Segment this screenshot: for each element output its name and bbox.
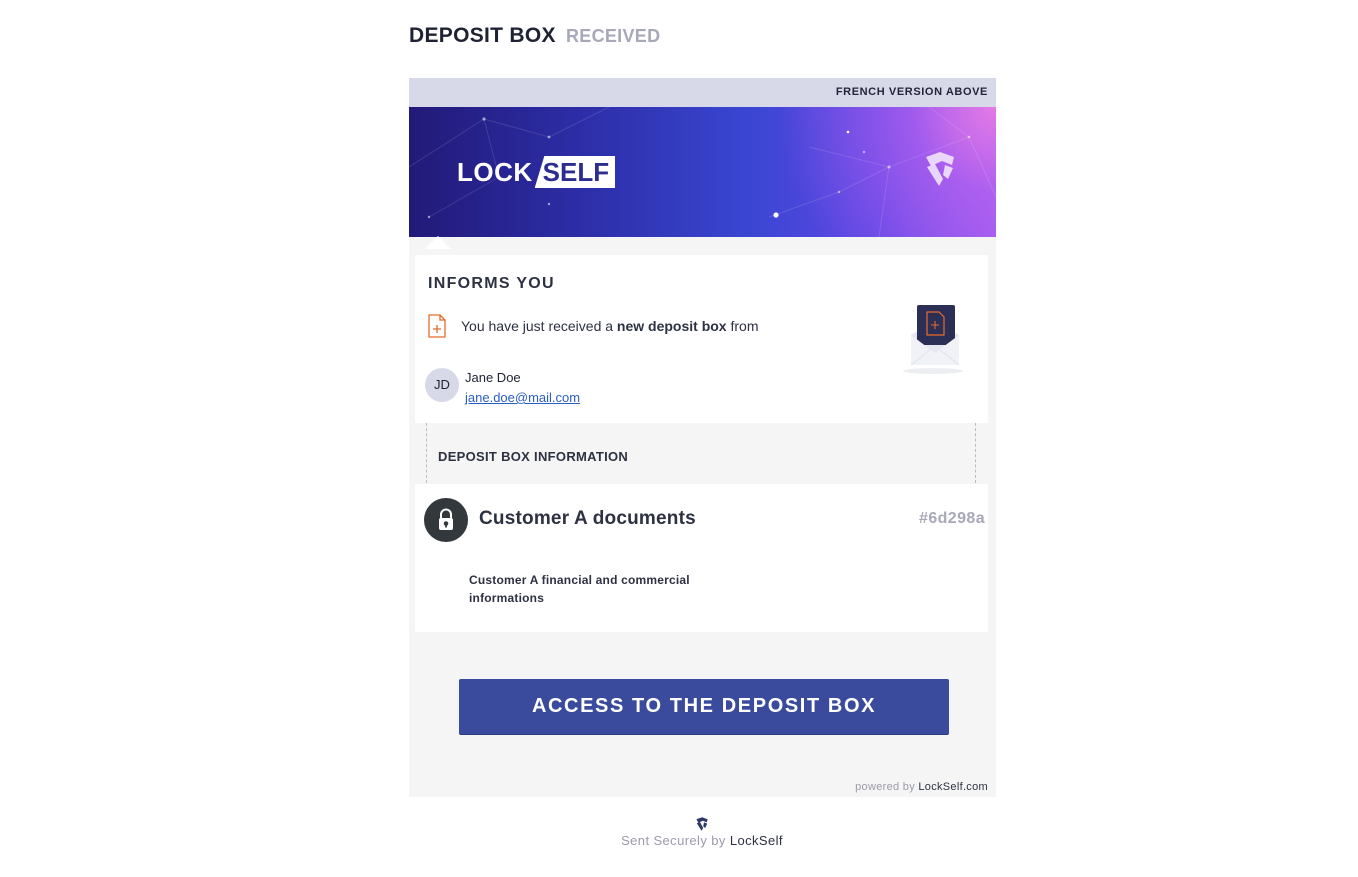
footer-sent-securely: Sent Securely by LockSelf xyxy=(0,833,1358,848)
powered-prefix: powered by xyxy=(855,781,915,793)
document-plus-icon xyxy=(428,314,446,338)
section-label: DEPOSIT BOX INFORMATION xyxy=(438,449,629,464)
lock-badge xyxy=(424,498,468,542)
received-suffix: from xyxy=(730,318,759,334)
dashed-connector-left xyxy=(426,423,427,483)
email-body: FRENCH VERSION ABOVE LOCK SELF INFORMS Y… xyxy=(409,78,996,797)
envelope-illustration xyxy=(903,305,963,374)
powered-by: powered by LockSelf.com xyxy=(855,781,988,793)
footer-brand: LockSelf xyxy=(729,833,783,848)
logo-text-lock: LOCK xyxy=(457,156,533,187)
deposit-box-title: Customer A documents xyxy=(479,508,696,529)
received-bold: new deposit box xyxy=(616,318,727,334)
sender-name: Jane Doe xyxy=(465,370,521,385)
avatar: JD xyxy=(425,368,459,402)
received-message: You have just received a new deposit box… xyxy=(461,318,759,334)
page-title-main: DEPOSIT BOX xyxy=(409,24,556,47)
lockself-shield-icon xyxy=(696,817,708,831)
french-version-link[interactable]: FRENCH VERSION ABOVE xyxy=(836,78,988,107)
dashed-connector-right xyxy=(975,423,976,483)
deposit-box-description: Customer A financial and commercial info… xyxy=(469,573,690,605)
sender-email-link[interactable]: jane.doe@mail.com xyxy=(465,390,580,405)
deposit-box-card: Customer A documents #6d298a Customer A … xyxy=(415,484,988,632)
page-title: DEPOSIT BOX RECEIVED xyxy=(409,24,660,48)
lockself-shield-icon xyxy=(926,152,954,186)
language-bar: FRENCH VERSION ABOVE xyxy=(409,78,996,107)
powered-brand-link[interactable]: LockSelf.com xyxy=(918,781,988,793)
received-prefix: You have just received a xyxy=(461,318,614,334)
lock-icon xyxy=(439,508,453,530)
card-notch xyxy=(425,236,451,249)
lockself-logo: LOCK SELF xyxy=(457,156,616,188)
informs-title: INFORMS YOU xyxy=(428,275,555,292)
informs-card: INFORMS YOU You have just received a new… xyxy=(415,255,988,423)
deposit-box-id: #6d298a xyxy=(919,510,985,527)
page-title-status: RECEIVED xyxy=(565,26,661,46)
logo-text-self: SELF xyxy=(534,156,616,188)
footer-prefix: Sent Securely by xyxy=(621,833,726,848)
access-deposit-box-button[interactable]: ACCESS TO THE DEPOSIT BOX xyxy=(459,679,949,735)
header-banner: LOCK SELF xyxy=(409,107,996,237)
